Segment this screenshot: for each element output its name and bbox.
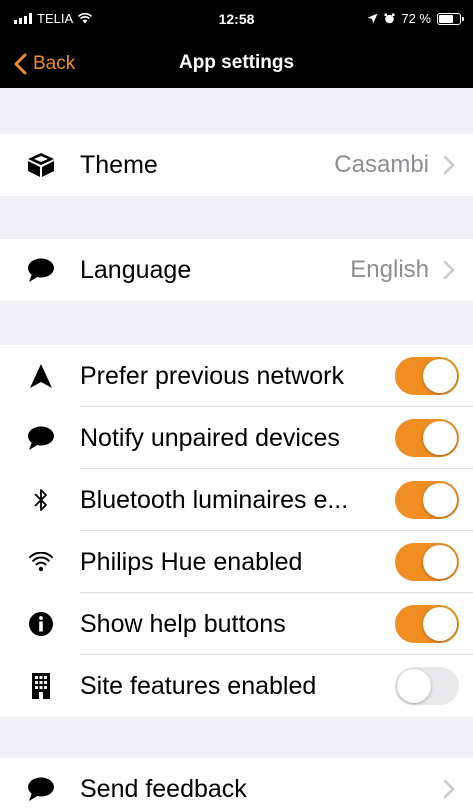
toggle-row-prefer-network: Prefer previous network bbox=[0, 345, 473, 407]
send-feedback-row[interactable]: Send feedback bbox=[0, 758, 473, 810]
prefer-network-toggle[interactable] bbox=[395, 357, 459, 395]
toggle-label: Site features enabled bbox=[80, 671, 317, 700]
toggle-label: Philips Hue enabled bbox=[80, 547, 303, 576]
status-bar: TELIA 12:58 72 % bbox=[0, 0, 473, 40]
theme-value: Casambi bbox=[334, 151, 429, 178]
chevron-right-icon bbox=[443, 260, 455, 280]
battery-fill bbox=[439, 14, 454, 23]
toggle-label: Show help buttons bbox=[80, 609, 286, 638]
toggle-row-philips-hue: Philips Hue enabled bbox=[0, 531, 473, 593]
alarm-icon bbox=[384, 13, 395, 24]
toggle-row-help-buttons: Show help buttons bbox=[0, 593, 473, 655]
bluetooth-toggle[interactable] bbox=[395, 481, 459, 519]
chevron-right-icon bbox=[443, 779, 455, 799]
status-right: 72 % bbox=[367, 11, 464, 26]
wifi-icon bbox=[26, 547, 56, 577]
language-label: Language bbox=[80, 255, 192, 284]
site-features-toggle[interactable] bbox=[395, 667, 459, 705]
send-feedback-label: Send feedback bbox=[80, 774, 247, 803]
toggle-row-site-features: Site features enabled bbox=[0, 655, 473, 717]
toggle-label: Bluetooth luminaires e... bbox=[80, 485, 349, 514]
toggle-label: Prefer previous network bbox=[80, 361, 345, 390]
bluetooth-icon bbox=[26, 485, 56, 515]
toggle-label: Notify unpaired devices bbox=[80, 423, 340, 452]
cube-icon bbox=[26, 150, 56, 180]
language-row[interactable]: Language English bbox=[0, 239, 473, 301]
speech-bubble-icon bbox=[26, 423, 56, 453]
language-value: English bbox=[350, 256, 429, 283]
building-icon bbox=[26, 671, 56, 701]
toggle-row-notify-unpaired: Notify unpaired devices bbox=[0, 407, 473, 469]
info-icon bbox=[26, 609, 56, 639]
toggle-row-bluetooth: Bluetooth luminaires e... bbox=[0, 469, 473, 531]
speech-bubble-icon bbox=[26, 255, 56, 285]
location-icon bbox=[367, 13, 378, 24]
battery-percent: 72 % bbox=[401, 11, 431, 26]
navigation-arrow-icon bbox=[26, 361, 56, 391]
chevron-right-icon bbox=[443, 155, 455, 175]
theme-row[interactable]: Theme Casambi bbox=[0, 134, 473, 196]
notify-unpaired-toggle[interactable] bbox=[395, 419, 459, 457]
speech-bubble-icon bbox=[26, 774, 56, 804]
battery-icon bbox=[437, 12, 464, 25]
page-title: App settings bbox=[178, 52, 295, 73]
theme-label: Theme bbox=[80, 150, 158, 179]
navigation-bar: Back App settings bbox=[0, 40, 473, 88]
help-buttons-toggle[interactable] bbox=[395, 605, 459, 643]
philips-hue-toggle[interactable] bbox=[395, 543, 459, 581]
